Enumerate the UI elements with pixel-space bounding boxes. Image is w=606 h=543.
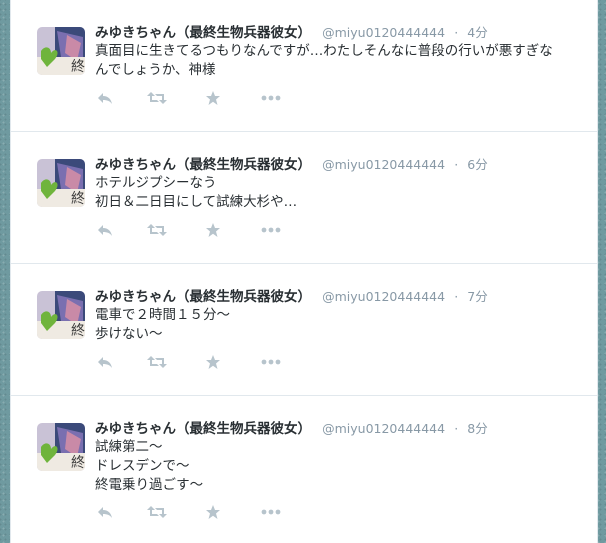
tweet-text: 電車で２時間１５分〜 歩けない〜 xyxy=(95,307,230,342)
retweet-icon[interactable] xyxy=(147,220,167,240)
handle[interactable]: @miyu0120444444 xyxy=(322,289,445,304)
handle[interactable]: @miyu0120444444 xyxy=(322,421,445,436)
timestamp[interactable]: 6分 xyxy=(467,157,487,172)
timestamp[interactable]: 8分 xyxy=(467,421,487,436)
avatar[interactable]: 終 xyxy=(37,423,85,471)
retweet-icon[interactable] xyxy=(147,352,167,372)
avatar[interactable]: 終 xyxy=(37,27,85,75)
separator: · xyxy=(454,25,459,40)
star-icon[interactable] xyxy=(203,352,223,372)
reply-icon[interactable] xyxy=(95,502,115,522)
reply-icon[interactable] xyxy=(95,88,115,108)
separator: · xyxy=(454,289,459,304)
more-icon[interactable] xyxy=(259,220,283,240)
handle[interactable]: @miyu0120444444 xyxy=(322,157,445,172)
retweet-icon[interactable] xyxy=(147,502,167,522)
tweet-text: 試練第二〜 ドレスデンで〜 終電乗り過ごす〜 xyxy=(95,439,204,493)
timeline: 終 みゆきちゃん（最終生物兵器彼女） @miyu0120444444 · 4分 … xyxy=(10,0,598,543)
tweet-item[interactable]: 終 みゆきちゃん（最終生物兵器彼女） @miyu0120444444 · 7分 … xyxy=(11,264,597,396)
timestamp[interactable]: 4分 xyxy=(467,25,487,40)
tweet-item[interactable]: 終 みゆきちゃん（最終生物兵器彼女） @miyu0120444444 · 8分 … xyxy=(11,396,597,543)
retweet-icon[interactable] xyxy=(147,88,167,108)
svg-text:終: 終 xyxy=(71,323,85,339)
tweet-text: 真面目に生きてるつもりなんですが…わたしそんなに普段の行いが悪すぎな んでしょう… xyxy=(95,43,553,78)
star-icon[interactable] xyxy=(203,220,223,240)
handle[interactable]: @miyu0120444444 xyxy=(322,25,445,40)
avatar[interactable]: 終 xyxy=(37,159,85,207)
svg-text:終: 終 xyxy=(71,59,85,75)
display-name[interactable]: みゆきちゃん（最終生物兵器彼女） xyxy=(95,289,311,305)
more-icon[interactable] xyxy=(259,502,283,522)
reply-icon[interactable] xyxy=(95,220,115,240)
more-icon[interactable] xyxy=(259,88,283,108)
more-icon[interactable] xyxy=(259,352,283,372)
separator: · xyxy=(454,421,459,436)
reply-icon[interactable] xyxy=(95,352,115,372)
display-name[interactable]: みゆきちゃん（最終生物兵器彼女） xyxy=(95,25,311,41)
timestamp[interactable]: 7分 xyxy=(467,289,487,304)
tweet-text: ホテルジプシーなう 初日＆二日目にして試練大杉や… xyxy=(95,175,298,210)
display-name[interactable]: みゆきちゃん（最終生物兵器彼女） xyxy=(95,157,311,173)
tweet-item[interactable]: 終 みゆきちゃん（最終生物兵器彼女） @miyu0120444444 · 4分 … xyxy=(11,0,597,132)
svg-text:終: 終 xyxy=(71,455,85,471)
display-name[interactable]: みゆきちゃん（最終生物兵器彼女） xyxy=(95,421,311,437)
separator: · xyxy=(454,157,459,172)
star-icon[interactable] xyxy=(203,502,223,522)
avatar[interactable]: 終 xyxy=(37,291,85,339)
star-icon[interactable] xyxy=(203,88,223,108)
tweet-item[interactable]: 終 みゆきちゃん（最終生物兵器彼女） @miyu0120444444 · 6分 … xyxy=(11,132,597,264)
svg-text:終: 終 xyxy=(71,191,85,207)
